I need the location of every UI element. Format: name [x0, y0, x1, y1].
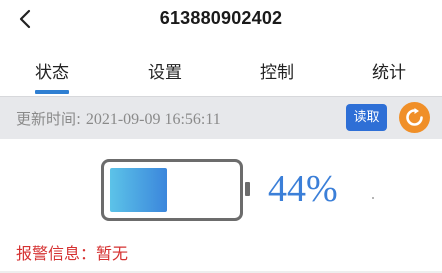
active-tab-indicator: [35, 90, 69, 94]
update-info-bar: 更新时间: 2021-09-09 16:56:11 读取: [0, 96, 442, 139]
tab-settings[interactable]: 设置: [148, 58, 182, 83]
update-time-value: 2021-09-09 16:56:11: [85, 111, 221, 128]
read-button[interactable]: 读取: [346, 104, 387, 131]
battery-terminal: [245, 182, 250, 196]
header-bar: 613880902402: [0, 0, 442, 40]
battery-indicator: [101, 159, 243, 221]
refresh-icon: [406, 108, 423, 126]
decorative-dot: [372, 197, 374, 199]
battery-percent: 44%: [268, 168, 338, 210]
tab-statistics[interactable]: 统计: [372, 58, 406, 83]
alarm-info: 报警信息：暂无: [16, 244, 129, 263]
battery-level-fill: [110, 168, 167, 212]
refresh-button[interactable]: [399, 102, 430, 133]
page-title: 613880902402: [159, 8, 283, 28]
tab-status[interactable]: 状态: [35, 58, 69, 83]
update-time-text: 更新时间: 2021-09-09 16:56:11: [16, 108, 221, 129]
tab-bar: 状态 设置 控制 统计: [0, 52, 442, 96]
update-time-label: 更新时间:: [16, 110, 86, 128]
tab-control[interactable]: 控制: [260, 58, 294, 83]
